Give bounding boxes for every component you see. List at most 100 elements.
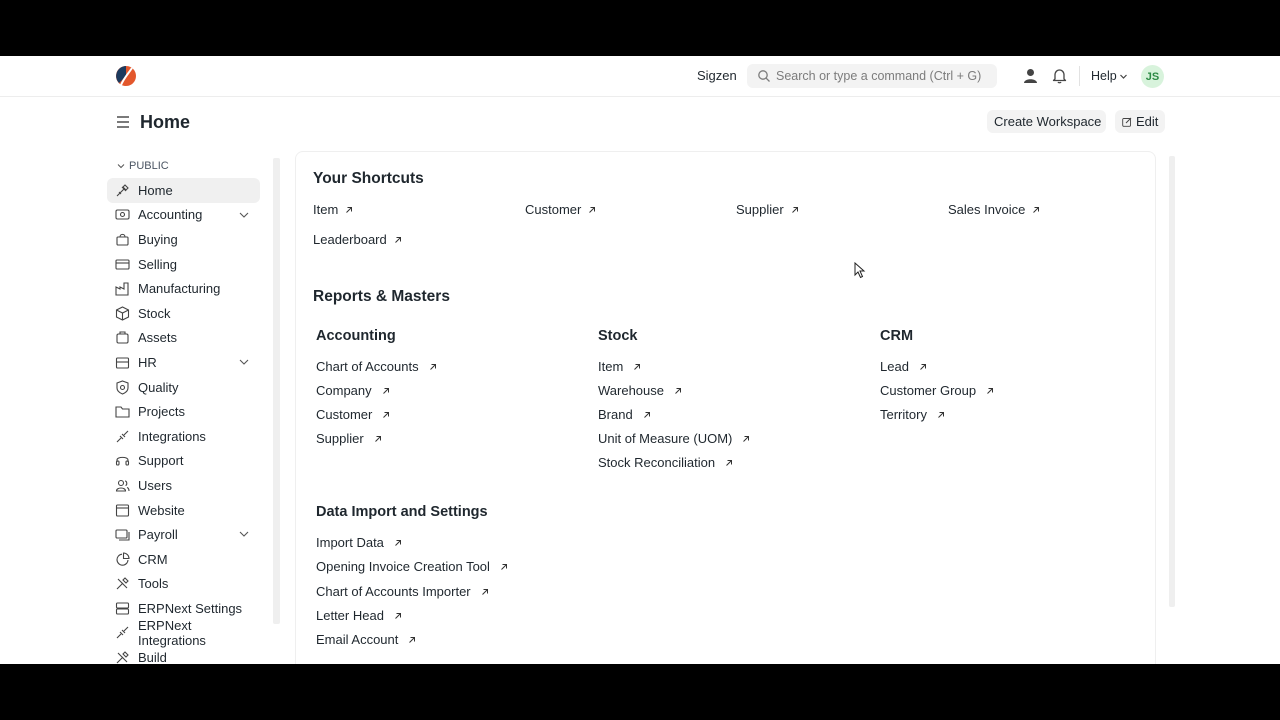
sidebar-item-projects[interactable]: Projects <box>107 399 260 424</box>
link-item[interactable]: Item <box>598 359 641 374</box>
users-icon <box>115 479 130 492</box>
chevron-down-icon[interactable] <box>239 530 249 538</box>
edit-label: Edit <box>1136 114 1159 129</box>
shortcut-label: Sales Invoice <box>948 202 1026 217</box>
sidebar-item-buying[interactable]: Buying <box>107 227 260 252</box>
link-stock-reconciliation[interactable]: Stock Reconciliation <box>598 455 733 470</box>
link-territory[interactable]: Territory <box>880 407 945 422</box>
hamburger-menu-icon[interactable] <box>116 116 130 128</box>
edit-button[interactable]: Edit <box>1115 110 1165 133</box>
sidebar-item-label: Manufacturing <box>138 281 221 297</box>
sidebar-item-quality[interactable]: Quality <box>107 375 260 400</box>
shortcut-supplier[interactable]: Supplier <box>736 202 799 217</box>
sidebar-item-users[interactable]: Users <box>107 473 260 498</box>
link-label: Chart of Accounts <box>316 359 419 374</box>
link-company[interactable]: Company <box>316 383 390 398</box>
chevron-down-icon[interactable] <box>239 358 249 366</box>
sidebar-item-label: HR <box>138 354 157 370</box>
link-customer[interactable]: Customer <box>316 407 390 422</box>
link-supplier[interactable]: Supplier <box>316 431 382 446</box>
sidebar-item-assets[interactable]: Assets <box>107 326 260 351</box>
arrow-up-right-icon <box>382 387 389 394</box>
notification-bell-icon[interactable] <box>1052 68 1067 84</box>
manufacturing-icon <box>115 282 129 296</box>
support-icon <box>115 457 130 466</box>
sidebar-item-label: Buying <box>138 231 178 247</box>
sidebar-item-label: Assets <box>138 330 178 346</box>
search-bar[interactable] <box>747 64 997 88</box>
sidebar-item-label: Users <box>138 477 172 493</box>
arrow-up-right-icon <box>791 206 798 213</box>
sidebar-item-label: Build <box>138 650 167 664</box>
sidebar-item-crm[interactable]: CRM <box>107 547 260 572</box>
user-icon[interactable] <box>1023 68 1038 84</box>
sidebar-scrollbar[interactable] <box>273 158 280 624</box>
build-icon <box>116 651 129 664</box>
avatar[interactable]: JS <box>1141 65 1164 88</box>
sidebar-item-build[interactable]: Build <box>107 645 260 664</box>
sidebar-item-label: Integrations <box>138 428 206 444</box>
sidebar-item-label: Accounting <box>138 207 203 223</box>
quality-icon <box>116 379 129 395</box>
shortcut-leaderboard[interactable]: Leaderboard <box>313 232 402 247</box>
chevron-down-icon[interactable] <box>239 211 249 219</box>
sidebar-item-stock[interactable]: Stock <box>107 301 260 326</box>
sidebar-item-erpnext-integrations[interactable]: ERPNext Integrations <box>107 618 260 648</box>
settings-icon <box>115 602 130 615</box>
sidebar-item-manufacturing[interactable]: Manufacturing <box>107 276 260 301</box>
company-name: Sigzen <box>697 68 737 83</box>
crm-icon <box>116 552 130 566</box>
shortcut-customer[interactable]: Customer <box>525 202 596 217</box>
arrow-up-right-icon <box>395 612 401 619</box>
sidebar-section-label: PUBLIC <box>129 160 169 172</box>
link-label: Customer Group <box>880 383 977 398</box>
link-label: Customer <box>316 407 373 422</box>
link-unit-of-measure[interactable]: Unit of Measure (UOM) <box>598 431 750 446</box>
arrow-up-right-icon <box>394 236 401 243</box>
sidebar-item-payroll[interactable]: Payroll <box>107 522 260 547</box>
link-label: Company <box>316 383 372 398</box>
create-workspace-button[interactable]: Create Workspace <box>987 110 1106 133</box>
main-scrollbar[interactable] <box>1169 156 1175 607</box>
link-brand[interactable]: Brand <box>598 407 651 422</box>
arrow-up-right-icon <box>589 206 596 213</box>
projects-icon <box>115 406 130 418</box>
link-warehouse[interactable]: Warehouse <box>598 383 682 398</box>
sidebar-section-toggle[interactable]: PUBLIC <box>117 160 169 172</box>
search-input[interactable] <box>776 64 991 88</box>
sidebar-item-hr[interactable]: HR <box>107 350 260 375</box>
link-email-account[interactable]: Email Account <box>316 632 416 647</box>
shortcut-sales-invoice[interactable]: Sales Invoice <box>948 202 1040 217</box>
link-chart-of-accounts[interactable]: Chart of Accounts <box>316 359 437 374</box>
shortcut-label: Leaderboard <box>313 232 387 247</box>
link-opening-invoice-tool[interactable]: Opening Invoice Creation Tool <box>316 559 508 574</box>
home-icon <box>116 184 129 197</box>
arrow-up-right-icon <box>429 363 436 370</box>
shortcut-item[interactable]: Item <box>313 202 353 217</box>
sidebar-item-tools[interactable]: Tools <box>107 572 260 597</box>
arrow-up-right-icon <box>346 206 353 213</box>
sidebar-item-erpnext-settings[interactable]: ERPNext Settings <box>107 596 260 621</box>
help-menu[interactable]: Help <box>1091 69 1117 83</box>
selling-icon <box>115 259 130 270</box>
sidebar-item-selling[interactable]: Selling <box>107 252 260 277</box>
chevron-down-icon[interactable] <box>1119 72 1128 81</box>
link-chart-of-accounts-importer[interactable]: Chart of Accounts Importer <box>316 584 489 599</box>
chevron-down-icon <box>117 164 125 169</box>
link-customer-group[interactable]: Customer Group <box>880 383 994 398</box>
link-label: Unit of Measure (UOM) <box>598 431 733 446</box>
link-import-data[interactable]: Import Data <box>316 535 402 550</box>
link-letter-head[interactable]: Letter Head <box>316 608 402 623</box>
sidebar-item-website[interactable]: Website <box>107 498 260 523</box>
sidebar-item-accounting[interactable]: Accounting <box>107 203 260 228</box>
sidebar-item-integrations[interactable]: Integrations <box>107 424 260 449</box>
arrow-up-right-icon <box>920 363 926 370</box>
edit-icon <box>1122 117 1132 127</box>
arrow-up-right-icon <box>1033 206 1040 213</box>
arrow-up-right-icon <box>481 588 488 595</box>
link-lead[interactable]: Lead <box>880 359 927 374</box>
erpnext-logo-icon[interactable] <box>115 65 137 87</box>
sidebar-item-support[interactable]: Support <box>107 449 260 474</box>
sidebar-item-home[interactable]: Home <box>107 178 260 203</box>
arrow-up-right-icon <box>374 435 381 442</box>
